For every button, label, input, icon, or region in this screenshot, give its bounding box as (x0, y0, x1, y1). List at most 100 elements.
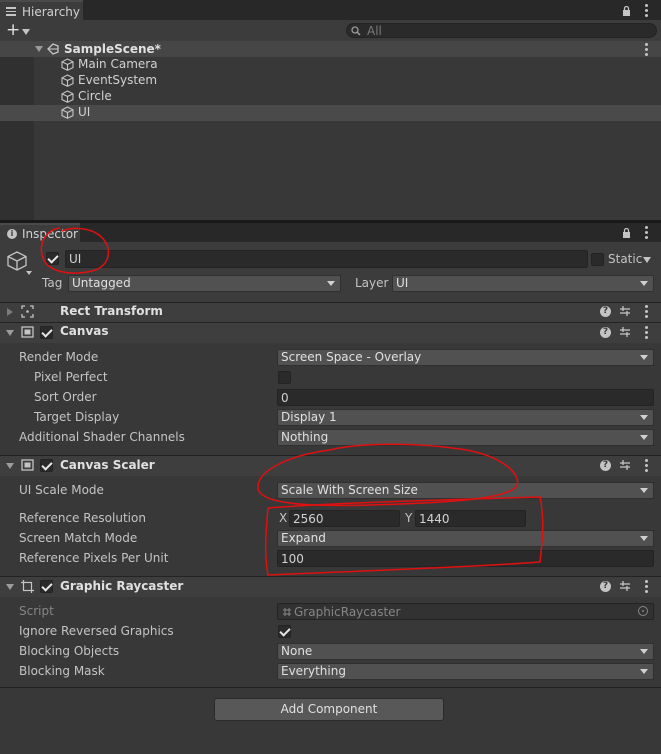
search-icon (351, 25, 362, 39)
canvas-title: Canvas (60, 324, 109, 338)
blocking-mask-label: Blocking Mask (19, 664, 105, 678)
render-mode-dropdown[interactable]: Screen Space - Overlay (277, 349, 654, 366)
settings-sliders-icon[interactable] (619, 580, 631, 595)
ui-scale-mode-dropdown[interactable]: Scale With Screen Size (277, 482, 654, 499)
canvas-scaler-enabled-checkbox[interactable] (40, 459, 53, 472)
help-icon[interactable]: ? (600, 327, 611, 338)
static-checkbox[interactable] (591, 253, 604, 266)
settings-sliders-icon[interactable] (619, 326, 631, 341)
help-icon[interactable]: ? (600, 306, 611, 317)
search-input[interactable]: All (346, 23, 657, 38)
component-menu-icon[interactable] (645, 305, 648, 320)
add-icon[interactable]: + (6, 22, 20, 39)
resolution-y-label: Y (405, 511, 413, 525)
lock-icon[interactable] (622, 227, 631, 241)
hierarchy-item-ui[interactable]: UI (0, 105, 661, 121)
target-display-dropdown[interactable]: Display 1 (277, 409, 654, 426)
target-display-value: Display 1 (281, 410, 337, 424)
canvas-enabled-checkbox[interactable] (40, 326, 53, 339)
object-name-value: UI (69, 252, 82, 266)
hierarchy-item-label: EventSystem (78, 73, 158, 87)
component-menu-icon[interactable] (645, 326, 648, 341)
script-label: Script (19, 604, 54, 618)
active-checkbox[interactable] (46, 252, 59, 265)
script-field: GraphicRaycaster (277, 603, 654, 620)
resolution-y-value: 1440 (419, 512, 450, 526)
lock-icon[interactable] (622, 5, 631, 16)
hierarchy-gutter-top (0, 57, 34, 105)
collapse-icon[interactable] (7, 308, 13, 316)
blocking-objects-dropdown[interactable]: None (277, 643, 654, 660)
gameobject-large-icon[interactable] (6, 250, 28, 275)
chevron-down-icon[interactable] (22, 29, 30, 35)
hierarchy-panel: Hierarchy + All SampleScene* Main Camera… (0, 0, 661, 222)
gameobject-cube-icon (61, 58, 74, 74)
shader-channels-value: Nothing (281, 430, 329, 444)
search-placeholder: All (367, 24, 382, 38)
add-component-button[interactable]: Add Component (214, 698, 444, 721)
blocking-objects-value: None (281, 644, 313, 658)
shader-channels-dropdown[interactable]: Nothing (277, 429, 654, 446)
chevron-down-icon (640, 649, 648, 654)
canvas-icon (21, 326, 34, 341)
reference-resolution-label: Reference Resolution (19, 511, 146, 525)
scene-menu-icon[interactable] (645, 43, 648, 58)
chevron-down-icon (640, 415, 648, 420)
inspector-tabbar (0, 223, 661, 242)
screen-match-mode-dropdown[interactable]: Expand (277, 530, 654, 547)
ref-pixels-per-unit-field[interactable]: 100 (277, 550, 654, 567)
target-display-label: Target Display (34, 410, 120, 424)
rect-transform-title: Rect Transform (60, 304, 163, 318)
expand-scene-icon[interactable] (35, 46, 43, 52)
script-file-icon (282, 606, 292, 620)
expand-icon[interactable] (6, 463, 14, 469)
resolution-x-field[interactable]: 2560 (289, 510, 400, 527)
rect-transform-icon (21, 305, 34, 321)
hierarchy-tab-label: Hierarchy (22, 5, 81, 19)
component-menu-icon[interactable] (645, 580, 648, 595)
help-icon[interactable]: ? (600, 581, 611, 592)
expand-icon[interactable] (6, 330, 14, 336)
settings-sliders-icon[interactable] (619, 305, 631, 320)
raycaster-icon (21, 580, 34, 596)
component-menu-icon[interactable] (645, 459, 648, 474)
chevron-down-icon (640, 536, 648, 541)
layer-dropdown[interactable]: UI (392, 275, 654, 292)
hierarchy-item-label: Circle (78, 89, 112, 103)
object-picker-icon[interactable] (638, 606, 648, 616)
chevron-down-icon (640, 355, 648, 360)
graphic-raycaster-enabled-checkbox[interactable] (40, 580, 53, 593)
resolution-x-label: X (279, 511, 288, 525)
inspector-menu-icon[interactable] (645, 226, 648, 241)
ignore-reversed-checkbox[interactable] (278, 625, 291, 638)
gameobject-cube-icon (61, 106, 74, 122)
graphic-raycaster-title: Graphic Raycaster (60, 579, 184, 593)
static-dropdown-icon[interactable] (643, 257, 651, 263)
render-mode-label: Render Mode (19, 350, 99, 364)
expand-icon[interactable] (6, 584, 14, 590)
ui-scale-mode-value: Scale With Screen Size (281, 483, 418, 497)
hierarchy-menu-icon[interactable] (645, 4, 648, 19)
chevron-down-icon (640, 281, 648, 286)
help-icon[interactable]: ? (600, 460, 611, 471)
tab-hierarchy[interactable]: Hierarchy (0, 0, 83, 22)
script-value: GraphicRaycaster (294, 605, 401, 619)
hierarchy-item-label: UI (78, 105, 91, 119)
object-name-field[interactable]: UI (65, 250, 588, 268)
screen-match-mode-value: Expand (281, 531, 326, 545)
blocking-mask-dropdown[interactable]: Everything (277, 663, 654, 680)
resolution-y-field[interactable]: 1440 (415, 510, 526, 527)
sort-order-value: 0 (281, 391, 289, 405)
hierarchy-item-eventsystem[interactable]: EventSystem (0, 73, 661, 89)
pixel-perfect-checkbox[interactable] (278, 371, 291, 384)
tag-dropdown[interactable]: Untagged (68, 275, 341, 292)
gameobject-cube-icon (61, 90, 74, 106)
tab-inspector[interactable]: i Inspector (0, 223, 80, 244)
tag-label: Tag (42, 276, 63, 290)
settings-sliders-icon[interactable] (619, 459, 631, 474)
hierarchy-item-main-camera[interactable]: Main Camera (0, 57, 661, 73)
hierarchy-item-circle[interactable]: Circle (0, 89, 661, 105)
sort-order-field[interactable]: 0 (277, 389, 654, 406)
chevron-down-icon[interactable] (26, 271, 32, 275)
hierarchy-item-label: Main Camera (78, 57, 158, 71)
